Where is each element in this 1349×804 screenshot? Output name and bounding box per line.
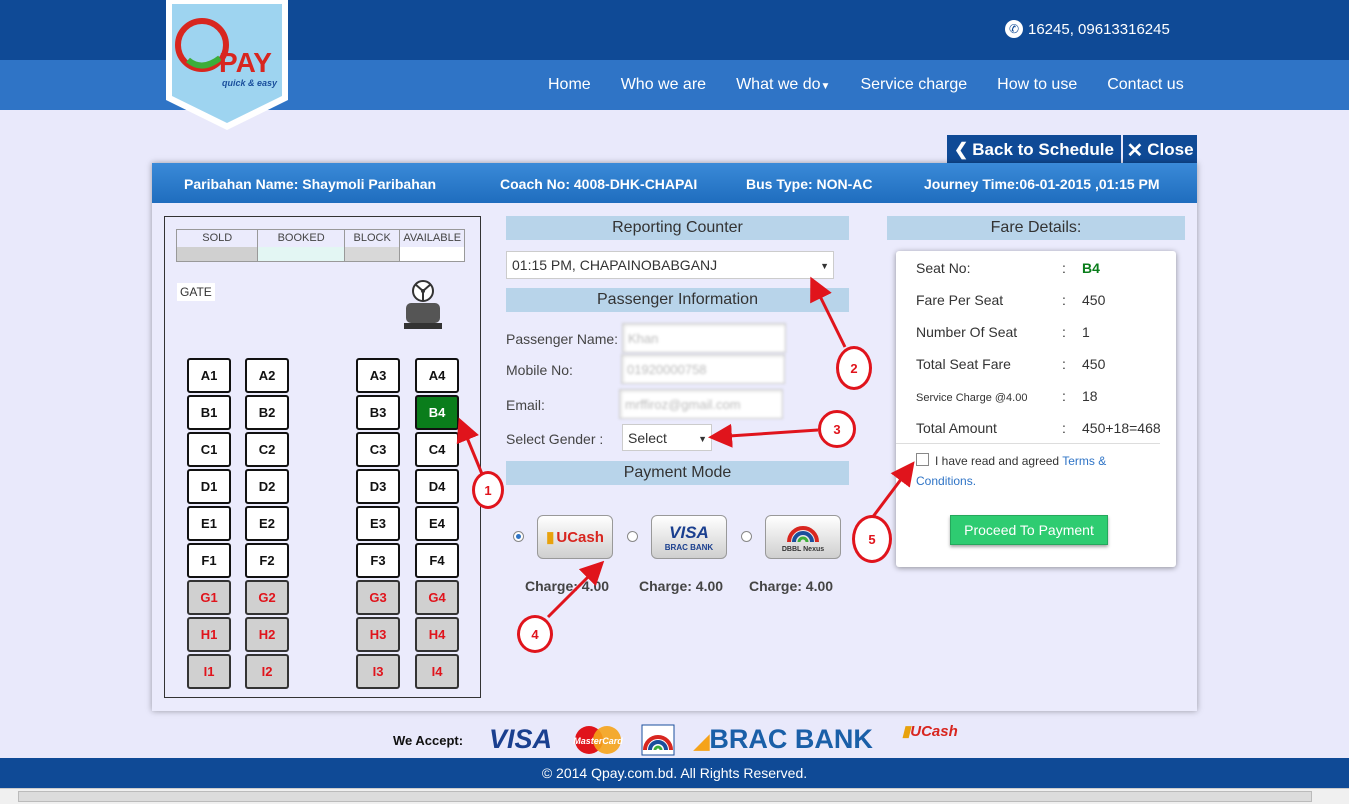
brac-bank-accept-logo: ◢BRAC BANK: [694, 724, 873, 755]
brac-bank-text: BRAC BANK: [709, 724, 873, 754]
svg-text:MasterCard: MasterCard: [573, 736, 623, 746]
ucash-accept-logo: ▮UCash: [902, 722, 958, 740]
ucash-accept-text: UCash: [910, 723, 958, 740]
annotation-1: 1: [472, 471, 504, 509]
footer-copyright: © 2014 Qpay.com.bd. All Rights Reserved.: [0, 758, 1349, 788]
annotation-2: 2: [836, 346, 872, 390]
horizontal-scrollbar[interactable]: [0, 788, 1349, 804]
annotation-4: 4: [517, 615, 553, 653]
visa-accept-logo: VISA: [489, 724, 553, 754]
annotation-arrows: [456, 276, 915, 619]
dbbl-accept-logo: [641, 724, 675, 756]
we-accept-label: We Accept:: [393, 733, 464, 748]
mastercard-accept-logo: MasterCard: [572, 725, 624, 755]
annotation-3: 3: [818, 410, 856, 448]
scrollbar-thumb[interactable]: [18, 791, 1312, 802]
annotation-5: 5: [852, 515, 892, 563]
brac-emblem-icon: ◢: [694, 731, 710, 753]
